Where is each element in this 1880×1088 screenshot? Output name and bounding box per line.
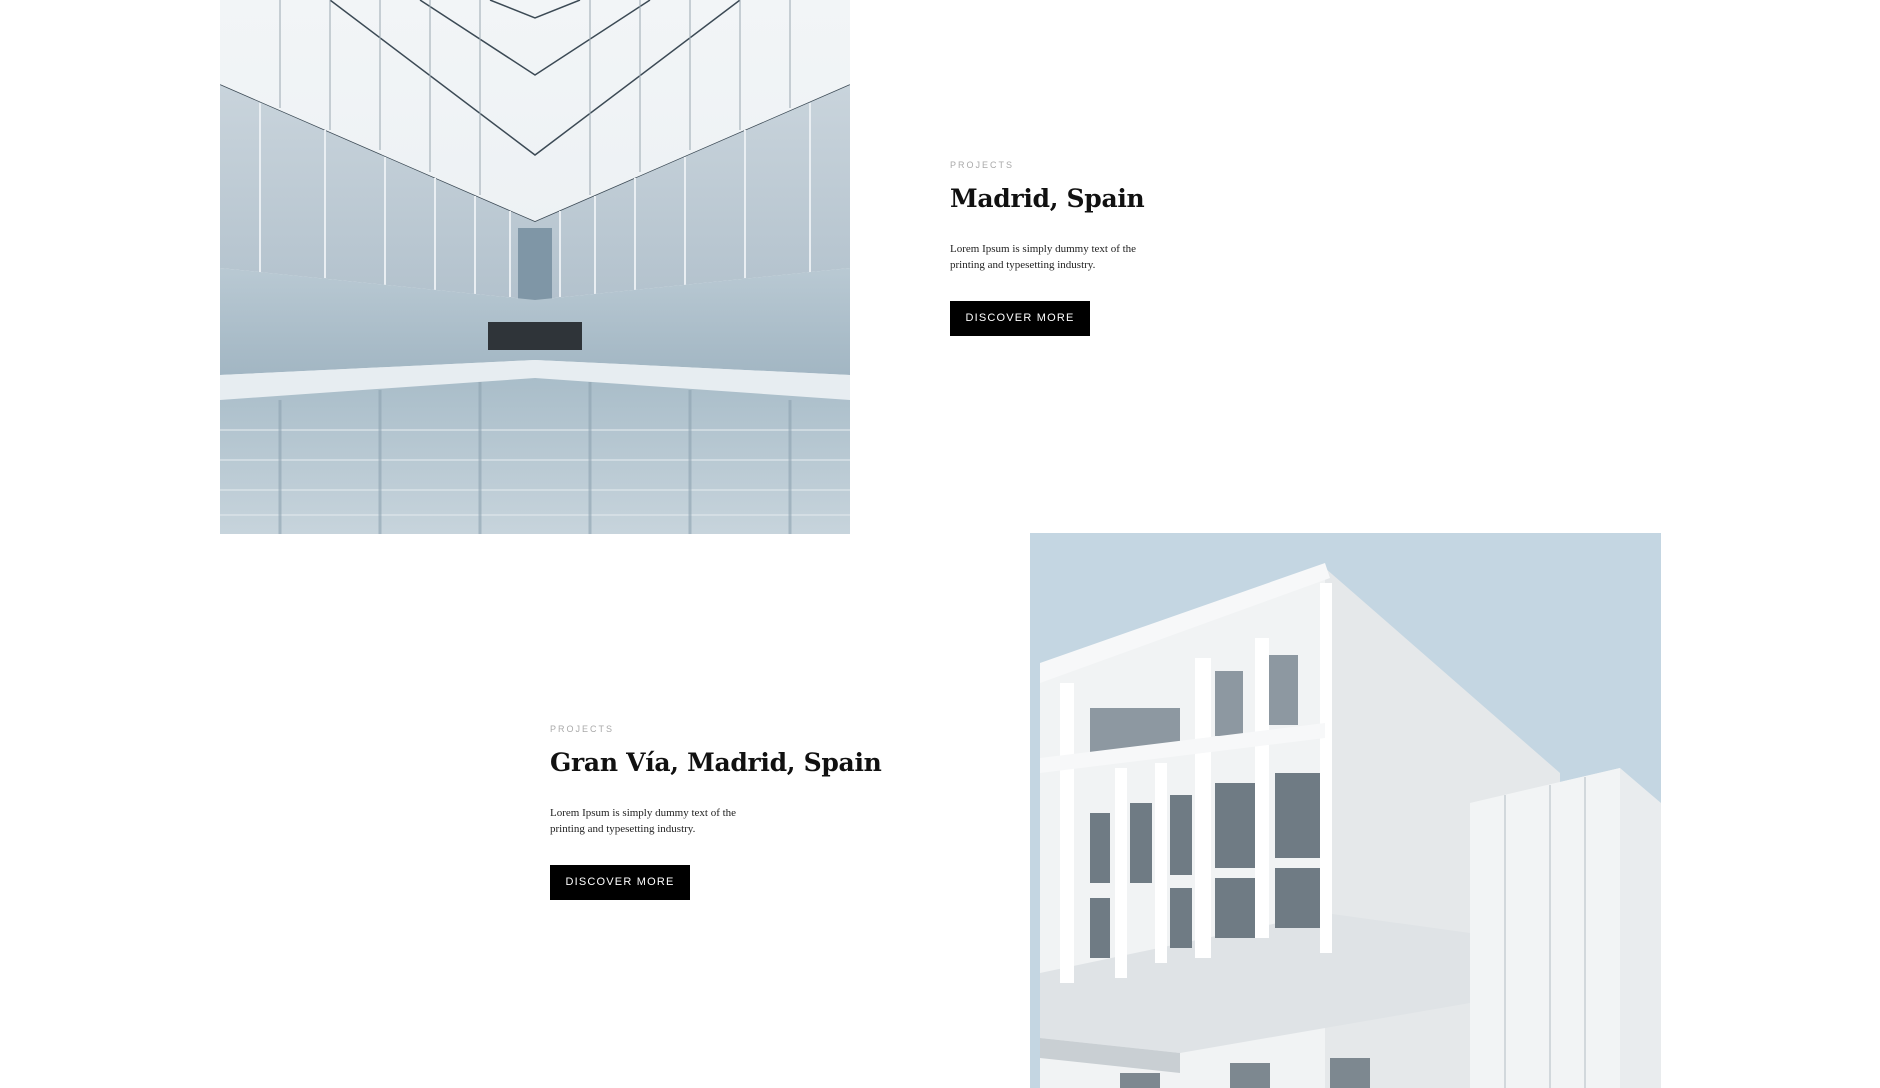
project-image-madrid (220, 0, 850, 534)
project-card-madrid: PROJECTS Madrid, Spain Lorem Ipsum is si… (950, 160, 1150, 336)
project-eyebrow: PROJECTS (950, 160, 1015, 170)
project-description: Lorem Ipsum is simply dummy text of the … (550, 807, 737, 835)
project-image-gran-via (1030, 533, 1661, 1088)
project-title: Gran Vía, Madrid, Spain (550, 748, 882, 777)
discover-more-button[interactable]: DISCOVER MORE (550, 865, 690, 900)
project-description: Lorem Ipsum is simply dummy text of the … (950, 243, 1137, 271)
discover-more-button[interactable]: DISCOVER MORE (950, 301, 1090, 336)
project-card-gran-via: PROJECTS Gran Vía, Madrid, Spain Lorem I… (550, 724, 882, 900)
project-title: Madrid, Spain (950, 184, 1145, 213)
project-eyebrow: PROJECTS (550, 724, 615, 734)
